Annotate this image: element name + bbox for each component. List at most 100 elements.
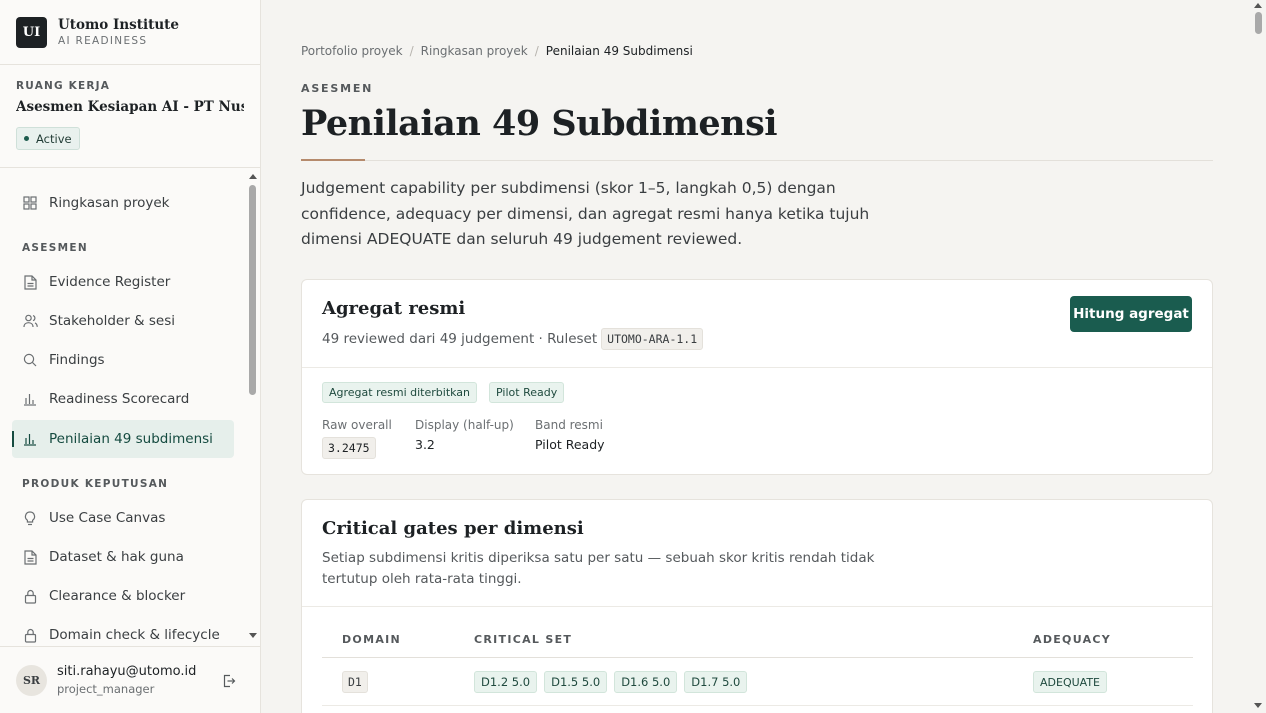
breadcrumb-separator: / xyxy=(409,44,414,58)
sidebar-item-penilaian-49-subdimensi[interactable]: Penilaian 49 subdimensi xyxy=(12,420,234,458)
nav-section-asesmen: ASESMEN xyxy=(22,242,88,254)
column-header-domain: DOMAIN xyxy=(342,633,402,646)
sidebar-item-label: Use Case Canvas xyxy=(49,510,166,526)
search-icon xyxy=(22,352,38,368)
workspace-panel: RUANG KERJA Asesmen Kesiapan AI - PT Nus… xyxy=(0,65,260,168)
logout-icon[interactable] xyxy=(222,673,238,689)
scroll-down-arrow-icon[interactable] xyxy=(1254,703,1262,708)
page-description: Judgement capability per subdimensi (sko… xyxy=(301,179,870,248)
brand-logo: UI xyxy=(16,16,47,48)
sidebar-item-label: Clearance & blocker xyxy=(49,588,186,604)
table-row: D1 D1.2 5.0 D1.5 5.0 D1.6 5.0 D1.7 5.0 A… xyxy=(322,658,1193,706)
sidebar: UI Utomo Institute AI READINESS RUANG KE… xyxy=(0,0,261,713)
breadcrumb-separator: / xyxy=(534,44,539,58)
page-title: Penilaian 49 Subdimensi xyxy=(301,103,778,144)
lock-icon xyxy=(22,627,38,643)
critical-gates-card: Critical gates per dimensi Setiap subdim… xyxy=(301,499,1213,713)
scroll-up-arrow-icon[interactable] xyxy=(1254,3,1262,8)
critical-gates-title: Critical gates per dimensi xyxy=(322,518,584,539)
sidebar-item-label: Penilaian 49 subdimensi xyxy=(49,431,213,447)
sidebar-item-readiness-scorecard[interactable]: Readiness Scorecard xyxy=(12,380,234,418)
critical-gates-header: Critical gates per dimensi Setiap subdim… xyxy=(302,500,1212,607)
raw-overall-label: Raw overall xyxy=(322,418,392,432)
brand-name: Utomo Institute xyxy=(58,17,179,33)
breadcrumb-ringkasan[interactable]: Ringkasan proyek xyxy=(421,44,528,58)
aggregate-card-header: Agregat resmi 49 reviewed dari 49 judgem… xyxy=(302,280,1212,368)
user-role: project_manager xyxy=(57,682,155,696)
display-label: Display (half-up) xyxy=(415,418,514,432)
aggregate-tags: Agregat resmi diterbitkan Pilot Ready xyxy=(322,382,565,403)
sidebar-item-label: Evidence Register xyxy=(49,274,171,290)
document-icon xyxy=(22,549,38,565)
band-stat: Band resmi Pilot Ready xyxy=(535,418,605,452)
hitung-agregat-button[interactable]: Hitung agregat xyxy=(1070,296,1192,332)
lock-icon xyxy=(22,588,38,604)
aggregate-card: Agregat resmi 49 reviewed dari 49 judgem… xyxy=(301,279,1213,475)
sidebar-item-stakeholder[interactable]: Stakeholder & sesi xyxy=(12,302,234,340)
scrollbar-thumb[interactable] xyxy=(249,185,256,395)
nav-section-produk-keputusan: PRODUK KEPUTUSAN xyxy=(22,478,169,490)
raw-overall-stat: Raw overall 3.2475 xyxy=(322,418,392,459)
status-badge: Agregat resmi diterbitkan xyxy=(322,382,478,403)
sidebar-item-dataset-hak-guna[interactable]: Dataset & hak guna xyxy=(12,538,234,576)
aggregate-summary: 49 reviewed dari 49 judgement · Ruleset … xyxy=(322,328,704,350)
brand-header: UI Utomo Institute AI READINESS xyxy=(0,0,260,65)
sidebar-item-findings[interactable]: Findings xyxy=(12,341,234,379)
aggregate-title: Agregat resmi xyxy=(322,298,466,319)
main-content: Portofolio proyek / Ringkasan proyek / P… xyxy=(262,0,1249,713)
workspace-label: RUANG KERJA xyxy=(16,80,111,92)
column-header-critical-set: CRITICAL SET xyxy=(474,633,573,646)
user-panel: SR siti.rahayu@utomo.id project_manager xyxy=(0,646,261,713)
sidebar-scrollbar[interactable] xyxy=(246,170,260,646)
avatar[interactable]: SR xyxy=(16,664,47,696)
display-stat: Display (half-up) 3.2 xyxy=(415,418,514,452)
sidebar-item-label: Dataset & hak guna xyxy=(49,549,184,565)
users-icon xyxy=(22,313,38,329)
breadcrumb-portofolio[interactable]: Portofolio proyek xyxy=(301,44,403,58)
user-email: siti.rahayu@utomo.id xyxy=(57,664,197,679)
title-divider xyxy=(301,160,1213,161)
band-value: Pilot Ready xyxy=(535,437,605,452)
bar-chart-icon xyxy=(22,391,38,407)
breadcrumb: Portofolio proyek / Ringkasan proyek / P… xyxy=(301,44,693,58)
column-header-adequacy: ADEQUACY xyxy=(1033,633,1112,646)
adequacy-badge: ADEQUATE xyxy=(1033,671,1107,693)
sidebar-item-use-case-canvas[interactable]: Use Case Canvas xyxy=(12,499,234,537)
scrollbar-thumb[interactable] xyxy=(1255,12,1262,34)
critical-chip: D1.6 5.0 xyxy=(614,671,678,693)
scroll-down-arrow-icon[interactable] xyxy=(249,633,257,638)
lightbulb-icon xyxy=(22,510,38,526)
ruleset-code: UTOMO-ARA-1.1 xyxy=(601,328,704,350)
scroll-up-arrow-icon[interactable] xyxy=(249,174,257,179)
window-scrollbar[interactable] xyxy=(1249,0,1266,713)
brand-subtitle: AI READINESS xyxy=(58,35,148,47)
sidebar-item-label: Findings xyxy=(49,352,105,368)
critical-set: D1.2 5.0 D1.5 5.0 D1.6 5.0 D1.7 5.0 xyxy=(474,671,748,693)
sidebar-item-label: Ringkasan proyek xyxy=(49,195,170,211)
workspace-status: Active xyxy=(36,131,72,146)
domain-code: D1 xyxy=(342,671,368,693)
sidebar-item-ringkasan-proyek[interactable]: Ringkasan proyek xyxy=(12,184,234,222)
critical-chip: D1.5 5.0 xyxy=(544,671,608,693)
sidebar-item-label: Domain check & lifecycle xyxy=(49,627,220,643)
critical-chip: D1.2 5.0 xyxy=(474,671,538,693)
sidebar-item-evidence-register[interactable]: Evidence Register xyxy=(12,263,234,301)
grid-icon xyxy=(22,195,38,211)
sidebar-nav: Ringkasan proyek ASESMEN Evidence Regist… xyxy=(0,169,246,645)
sidebar-item-label: Stakeholder & sesi xyxy=(49,313,176,329)
status-dot-icon xyxy=(24,136,29,141)
bar-chart-icon xyxy=(22,431,38,447)
critical-chip: D1.7 5.0 xyxy=(684,671,748,693)
sidebar-item-domain-check[interactable]: Domain check & lifecycle xyxy=(12,616,234,645)
aggregate-summary-text: 49 reviewed dari 49 judgement · Ruleset xyxy=(322,331,598,347)
sidebar-item-label: Readiness Scorecard xyxy=(49,391,190,407)
display-value: 3.2 xyxy=(415,437,435,452)
sidebar-item-clearance-blocker[interactable]: Clearance & blocker xyxy=(12,577,234,615)
workspace-name[interactable]: Asesmen Kesiapan AI - PT Nusa... xyxy=(16,99,244,115)
breadcrumb-current: Penilaian 49 Subdimensi xyxy=(545,44,693,58)
document-icon xyxy=(22,274,38,290)
band-badge: Pilot Ready xyxy=(489,382,565,403)
page-eyebrow: ASESMEN xyxy=(301,82,374,95)
band-label: Band resmi xyxy=(535,418,603,432)
workspace-status-badge: Active xyxy=(16,127,80,150)
